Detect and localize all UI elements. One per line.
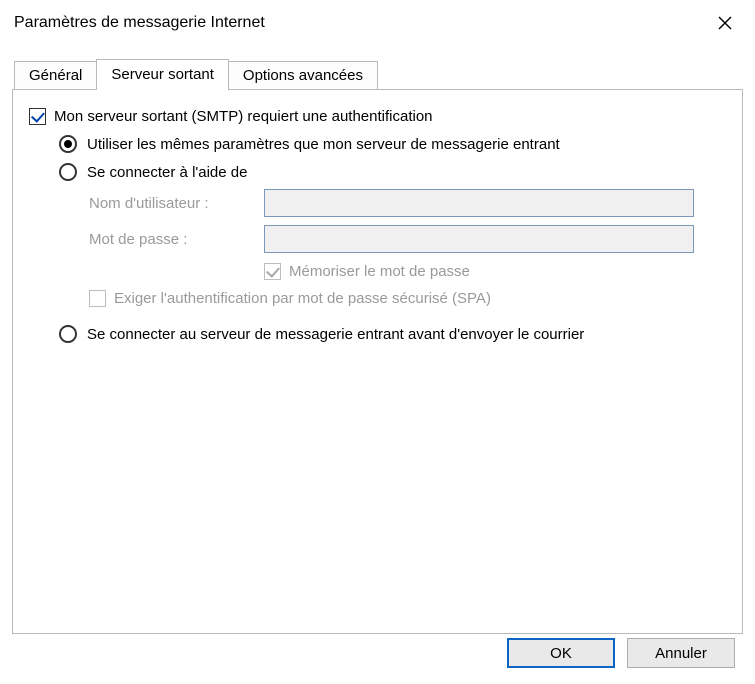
spa-row: Exiger l'authentification par mot de pas… (89, 290, 722, 307)
password-row: Mot de passe : (89, 225, 722, 253)
username-row: Nom d'utilisateur : (89, 189, 722, 217)
password-label: Mot de passe : (89, 231, 264, 248)
cancel-button[interactable]: Annuler (627, 638, 735, 668)
username-input[interactable] (264, 189, 694, 217)
tab-advanced-label: Options avancées (243, 67, 363, 84)
smtp-auth-row: Mon serveur sortant (SMTP) requiert une … (29, 108, 722, 125)
tab-strip: Général Serveur sortant Options avancées (12, 58, 743, 89)
close-button[interactable] (709, 7, 741, 39)
password-input[interactable] (264, 225, 694, 253)
radio-logon-using-label: Se connecter à l'aide de (87, 164, 247, 181)
dialog-footer: OK Annuler (507, 638, 735, 668)
option-before-send-row: Se connecter au serveur de messagerie en… (59, 325, 722, 343)
spa-checkbox[interactable] (89, 290, 106, 307)
spa-label: Exiger l'authentification par mot de pas… (114, 290, 491, 307)
username-label: Nom d'utilisateur : (89, 195, 264, 212)
window-title: Paramètres de messagerie Internet (14, 14, 265, 32)
ok-button-label: OK (550, 645, 572, 662)
radio-logon-using[interactable] (59, 163, 77, 181)
remember-password-checkbox[interactable] (264, 263, 281, 280)
radio-use-same-label: Utiliser les mêmes paramètres que mon se… (87, 136, 560, 153)
option-logon-row: Se connecter à l'aide de (59, 163, 722, 181)
radio-before-send[interactable] (59, 325, 77, 343)
tab-outgoing-label: Serveur sortant (111, 66, 214, 83)
smtp-auth-label: Mon serveur sortant (SMTP) requiert une … (54, 108, 433, 125)
radio-use-same[interactable] (59, 135, 77, 153)
close-icon (718, 16, 732, 30)
tab-advanced[interactable]: Options avancées (228, 61, 378, 90)
option-same-row: Utiliser les mêmes paramètres que mon se… (59, 135, 722, 153)
title-bar: Paramètres de messagerie Internet (0, 0, 755, 40)
tab-general[interactable]: Général (14, 61, 97, 90)
smtp-auth-checkbox[interactable] (29, 108, 46, 125)
tab-general-label: Général (29, 67, 82, 84)
tab-panel-outgoing: Mon serveur sortant (SMTP) requiert une … (12, 89, 743, 634)
cancel-button-label: Annuler (655, 645, 707, 662)
tab-outgoing[interactable]: Serveur sortant (96, 59, 229, 90)
radio-before-send-label: Se connecter au serveur de messagerie en… (87, 326, 584, 343)
remember-password-label: Mémoriser le mot de passe (289, 263, 470, 280)
remember-row: Mémoriser le mot de passe (264, 263, 722, 280)
tabs-container: Général Serveur sortant Options avancées… (12, 58, 743, 634)
ok-button[interactable]: OK (507, 638, 615, 668)
